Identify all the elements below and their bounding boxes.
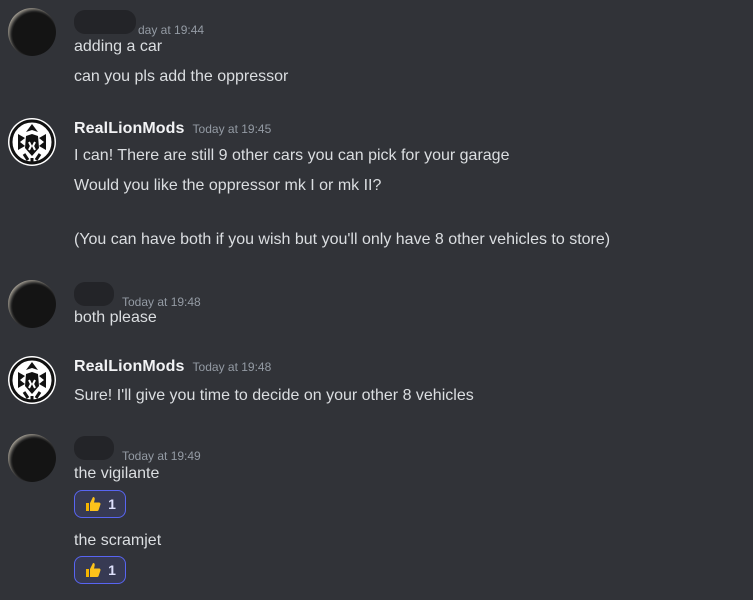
message-text: adding a car: [74, 38, 163, 55]
message-text: Would you like the oppressor mk I or mk …: [74, 177, 382, 194]
message-text: Sure! I'll give you time to decide on yo…: [74, 387, 474, 404]
reaction-button[interactable]: 1: [74, 556, 126, 584]
message-text: (You can have both if you wish but you'l…: [74, 231, 611, 248]
message-text: the vigilante: [74, 465, 160, 482]
lion-logo-icon: [9, 357, 55, 403]
message-text: can you pls add the oppressor: [74, 68, 289, 85]
timestamp: Today at 19:49: [122, 449, 201, 463]
timestamp: Today at 19:48: [192, 360, 272, 374]
thumbs-up-icon: [86, 497, 101, 511]
message-text: both please: [74, 309, 157, 326]
message-header: Today at 19:48: [74, 282, 201, 309]
timestamp: Today at 19:45: [192, 122, 272, 136]
avatar[interactable]: [8, 8, 56, 56]
thumbs-up-icon: [86, 563, 101, 577]
avatar[interactable]: [8, 118, 56, 166]
reaction-count: 1: [108, 496, 116, 512]
avatar[interactable]: [8, 356, 56, 404]
redacted-username: [74, 282, 114, 306]
message-header: RealLionMods Today at 19:48: [74, 358, 271, 380]
message-header: day at 19:44: [74, 10, 204, 37]
reaction-count: 1: [108, 562, 116, 578]
timestamp: day at 19:44: [138, 23, 205, 37]
redacted-username: [74, 436, 114, 460]
message-text: the scramjet: [74, 532, 162, 549]
username[interactable]: RealLionMods: [74, 120, 185, 138]
message-header: Today at 19:49: [74, 436, 201, 463]
username[interactable]: RealLionMods: [74, 358, 185, 376]
reaction-button[interactable]: 1: [74, 490, 126, 518]
redacted-username: [74, 10, 136, 34]
message-text: I can! There are still 9 other cars you …: [74, 147, 510, 164]
lion-logo-icon: [9, 119, 55, 165]
avatar[interactable]: [8, 434, 56, 482]
message-header: RealLionMods Today at 19:45: [74, 120, 271, 142]
chat-message-list: day at 19:44 adding a car can you pls ad…: [0, 0, 753, 600]
avatar[interactable]: [8, 280, 56, 328]
